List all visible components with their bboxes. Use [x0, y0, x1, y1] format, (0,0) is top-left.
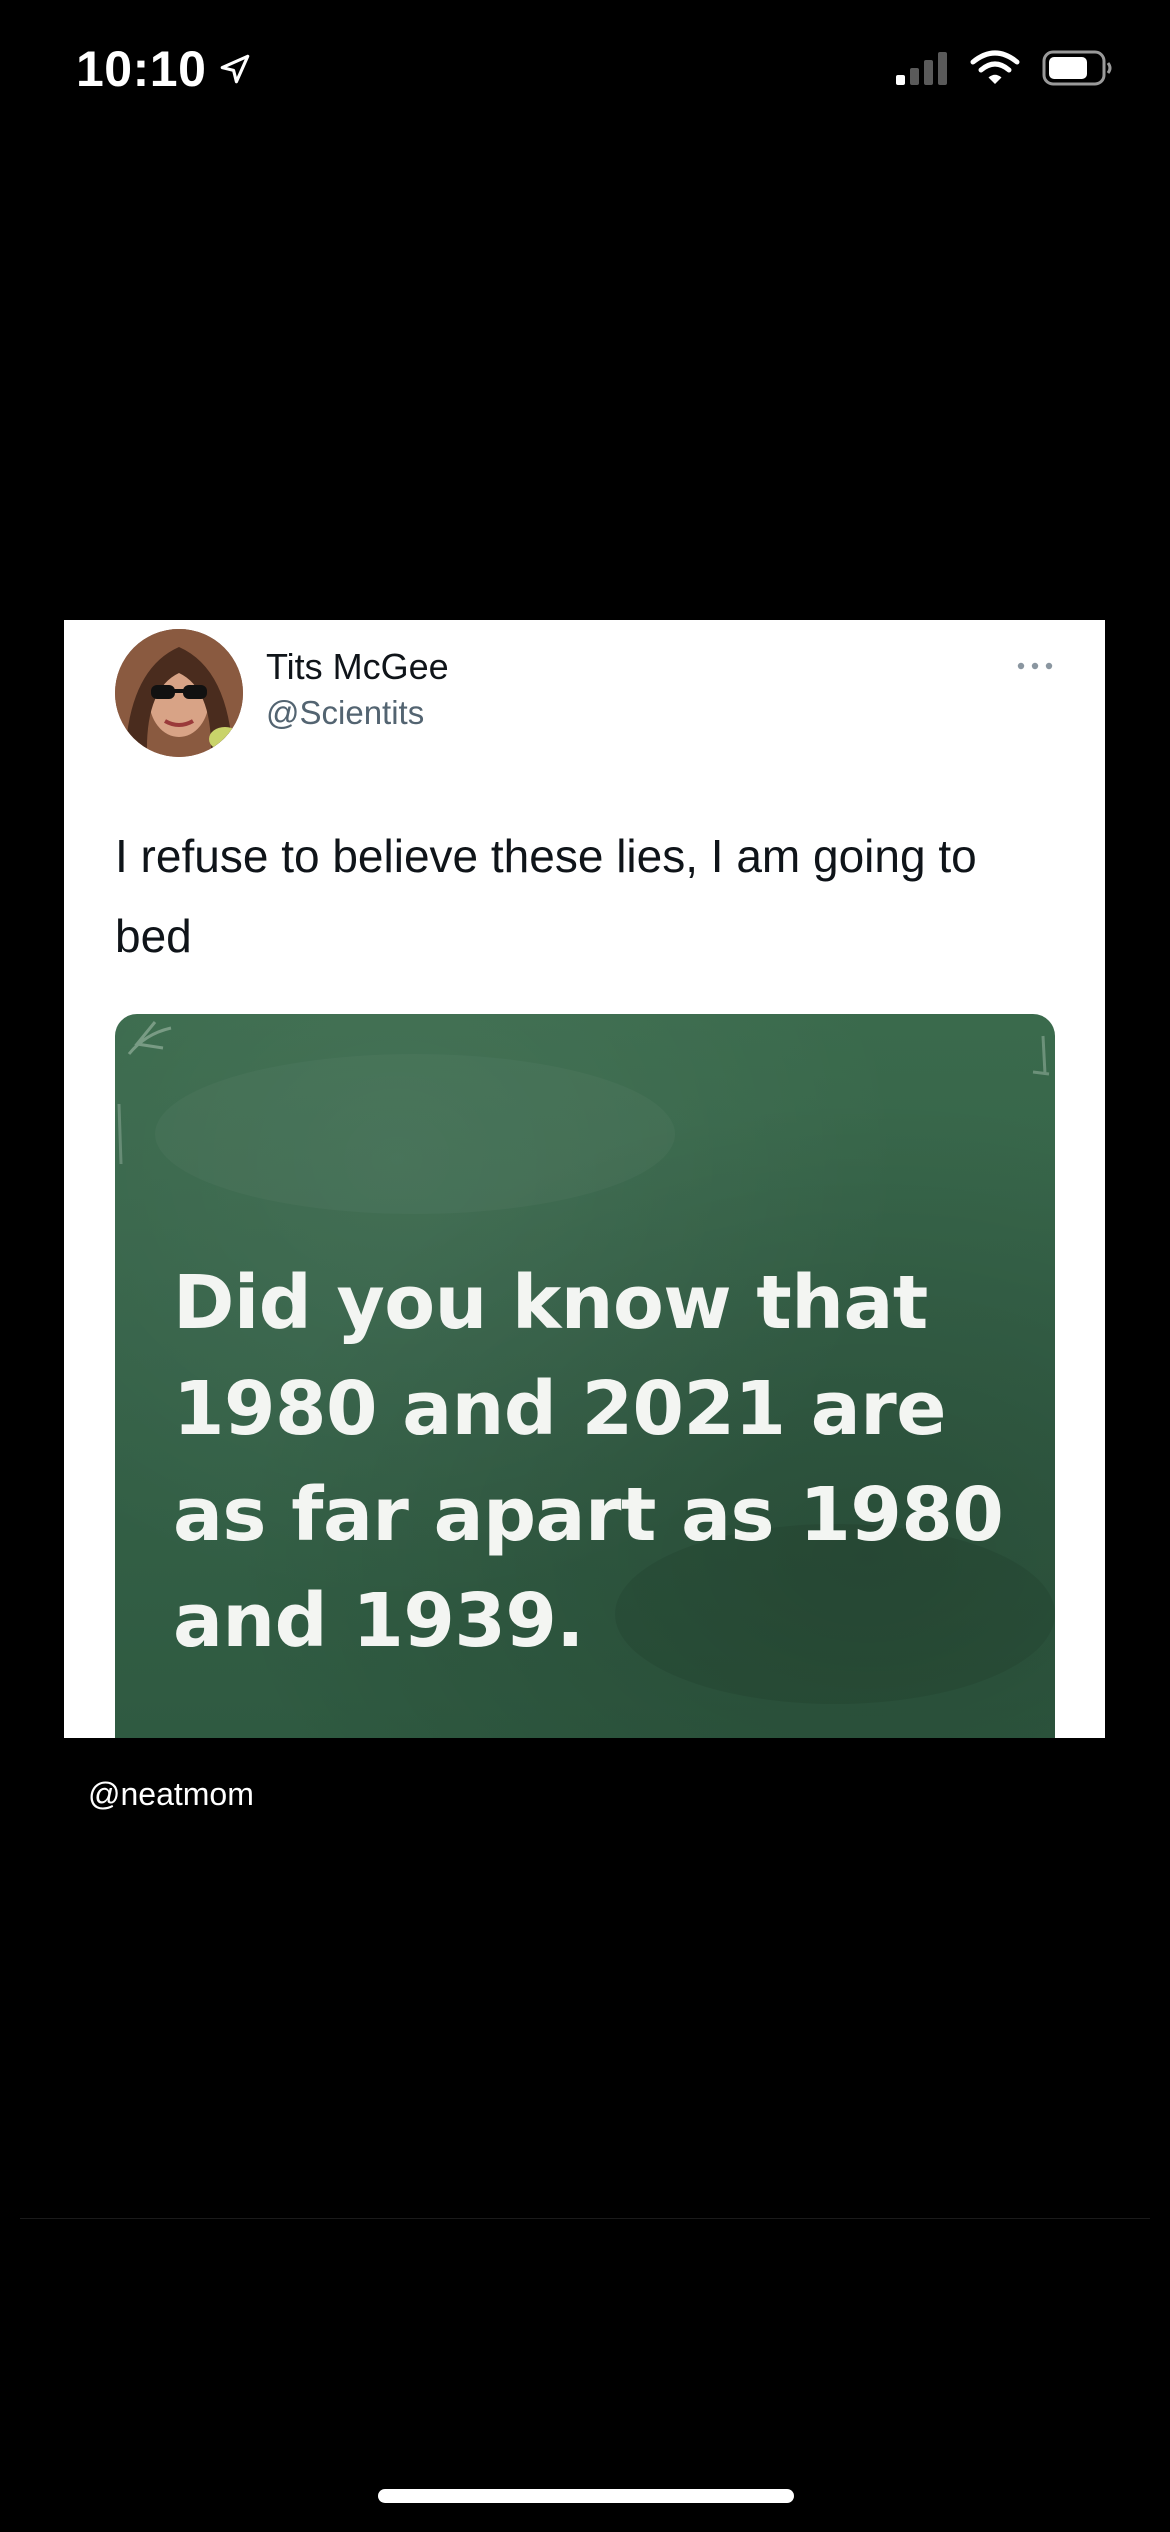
tweet-card[interactable]: Tits McGee @Scientits I refuse to believ… [64, 620, 1105, 1738]
wifi-icon [970, 50, 1020, 84]
status-bar: 10:10 [0, 0, 1170, 150]
tweet-media-image[interactable]: Did you know that 1980 and 2021 are as f… [115, 1014, 1055, 1738]
status-time: 10:10 [76, 41, 207, 97]
avatar-image [115, 629, 243, 757]
status-icons [896, 50, 1112, 86]
location-arrow-icon [221, 54, 250, 84]
source-credit[interactable]: @neatmom [88, 1776, 254, 1813]
more-options-icon[interactable] [1015, 660, 1055, 672]
home-indicator[interactable] [378, 2489, 794, 2503]
status-time-group: 10:10 [76, 40, 252, 98]
tweet-text: I refuse to believe these lies, I am goi… [115, 830, 977, 962]
user-handle[interactable]: @Scientits [266, 694, 424, 732]
display-name[interactable]: Tits McGee [266, 646, 449, 688]
avatar[interactable] [115, 629, 243, 757]
chalkboard-text: Did you know that 1980 and 2021 are as f… [173, 1260, 1004, 1664]
battery-icon [1042, 50, 1112, 86]
cellular-signal-icon [896, 52, 947, 85]
divider [20, 2218, 1150, 2219]
